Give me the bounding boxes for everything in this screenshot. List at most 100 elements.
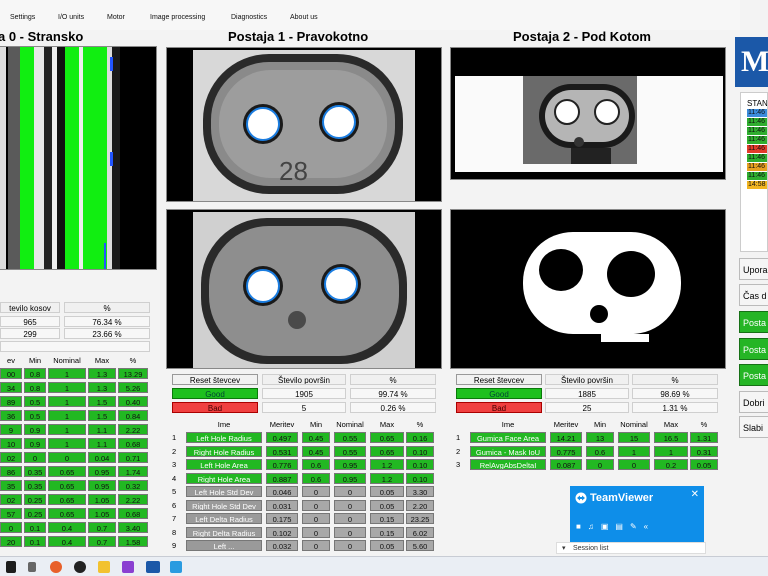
column-header: Max — [379, 420, 395, 429]
table-cell: 10 — [0, 438, 22, 449]
measurement-pct: 3.30 — [406, 486, 434, 497]
table-cell: 57 — [0, 508, 22, 519]
table-cell: 0.1 — [24, 536, 46, 547]
table-cell: 1.3 — [88, 382, 116, 393]
side-button[interactable]: Čas d — [739, 284, 768, 306]
column-header: Meritev — [553, 420, 579, 429]
menu-image-processing[interactable]: Image processing — [150, 14, 205, 21]
column-header: ev — [7, 356, 15, 365]
chat-icon[interactable]: ▣ — [601, 522, 616, 531]
side-button[interactable]: Posta — [739, 364, 768, 386]
measurement-max: 16.5 — [654, 432, 688, 443]
side-button[interactable]: Posta — [739, 338, 768, 360]
measurement-pct: 0.10 — [406, 445, 434, 457]
table-cell: 0.9 — [24, 424, 46, 435]
row-index: 2 — [456, 446, 461, 456]
table-cell: 0.5 — [24, 396, 46, 407]
measurement-max: 0.65 — [370, 445, 404, 457]
station-1-reset-counters-button[interactable]: Reset števcev — [172, 374, 258, 385]
measurement-min: 13 — [586, 432, 614, 443]
table-cell: 1.05 — [88, 508, 116, 519]
station-2-good-count: 1885 — [545, 388, 629, 399]
table-row: 86 0.35 0.65 0.95 1.74 — [0, 465, 150, 478]
table-cell: 2.22 — [118, 494, 148, 505]
status-log-line: 11:46 — [747, 109, 767, 117]
menu-io-units[interactable]: I/O units — [58, 14, 84, 21]
station-2-reset-counters-button[interactable]: Reset števcev — [456, 374, 542, 385]
table-cell: 0.35 — [24, 466, 46, 477]
table-cell: 1.58 — [118, 536, 148, 547]
tools-icon[interactable]: ✎ — [630, 522, 644, 531]
measurement-val: 0.887 — [266, 472, 298, 484]
table-row: 89 0.5 1 1.5 0.40 — [0, 395, 150, 408]
row-index: 5 — [172, 487, 177, 496]
side-button[interactable]: Slabi — [739, 416, 768, 438]
windows-start-icon[interactable] — [6, 561, 16, 573]
table-row: 10 0.9 1 1.1 0.68 — [0, 437, 150, 450]
firefox-icon[interactable] — [50, 561, 62, 573]
table-cell: 0.4 — [48, 536, 86, 547]
table-cell: 00 — [0, 368, 22, 379]
measurement-pct: 0.10 — [406, 472, 434, 484]
measurement-max: 0.05 — [370, 499, 404, 511]
status-log-line: 11:46 — [747, 172, 767, 180]
menu-motor[interactable]: Motor — [107, 14, 125, 21]
measurement-max: 0.05 — [370, 540, 404, 551]
media-icon[interactable] — [74, 561, 86, 573]
station-1-good-indicator: Good — [172, 388, 258, 399]
column-header: Ime — [217, 420, 231, 429]
app-logo-icon[interactable] — [146, 561, 160, 573]
table-row: 7 Left Delta Radius 0.175 0 0 0.15 23.25 — [172, 512, 434, 525]
station-2-bad-indicator: Bad — [456, 402, 542, 413]
table-cell: 1.5 — [88, 396, 116, 407]
video-icon[interactable]: ■ — [576, 522, 588, 531]
measurement-min: 0 — [302, 499, 330, 511]
teamviewer-widget[interactable]: TeamViewer ✕ ■♫▣▤✎« — [570, 486, 704, 546]
measurement-pct: 0.05 — [690, 459, 718, 470]
table-cell: 0.7 — [88, 536, 116, 547]
column-header: % — [700, 420, 708, 429]
table-cell: 1 — [48, 396, 86, 407]
column-header: Nominal — [53, 356, 81, 365]
table-cell: 0.7 — [88, 522, 116, 533]
station-2-good-indicator: Good — [456, 388, 542, 399]
table-row: 20 0.1 0.4 0.7 1.58 — [0, 535, 150, 548]
table-cell: 1 — [48, 410, 86, 421]
station-0-count-header: tevilo kosov — [0, 302, 60, 313]
menu-settings[interactable]: Settings — [10, 14, 35, 21]
table-row: 5 Left Hole Std Dev 0.046 0 0 0.05 3.30 — [172, 485, 434, 498]
measurement-name: Right Delta Radius — [186, 526, 262, 538]
measurement-nom: 0 — [334, 486, 366, 497]
menu-about-us[interactable]: About us — [290, 14, 318, 21]
row-index: 4 — [172, 473, 177, 483]
measurement-val: 0.531 — [266, 445, 298, 457]
measurement-val: 0.032 — [266, 540, 298, 551]
screen-icon[interactable]: ▤ — [615, 522, 630, 531]
folder-icon[interactable] — [98, 561, 110, 573]
visual-studio-icon[interactable] — [122, 561, 134, 573]
measurement-name: Left Hole Area — [186, 459, 262, 470]
measurement-max: 0.65 — [370, 432, 404, 443]
teamviewer-session-list[interactable]: ▾ Session list — [556, 542, 706, 554]
close-icon[interactable]: ✕ — [691, 489, 699, 500]
table-row: 2 Gumica - Mask IoU 0.775 0.6 1 1 0.31 — [456, 445, 718, 458]
measurement-val: 0.497 — [266, 432, 298, 443]
side-button[interactable]: Dobri — [739, 391, 768, 413]
measurement-min: 0.6 — [586, 445, 614, 457]
table-cell: 0.5 — [24, 410, 46, 421]
svg-text:28: 28 — [279, 156, 308, 186]
table-cell: 1.1 — [88, 438, 116, 449]
collapse-icon[interactable]: « — [644, 522, 655, 531]
measurement-max: 0.05 — [370, 486, 404, 497]
station-2-good-pct: 98.69 % — [632, 388, 718, 399]
headset-icon[interactable]: ♫ — [588, 522, 601, 531]
side-button[interactable]: Posta — [739, 311, 768, 333]
side-button[interactable]: Upora — [739, 258, 768, 280]
network-app-icon[interactable] — [170, 561, 182, 573]
menu-diagnostics[interactable]: Diagnostics — [231, 14, 267, 21]
table-row: 36 0.5 1 1.5 0.84 — [0, 409, 150, 422]
table-cell: 35 — [0, 480, 22, 491]
file-icon[interactable] — [28, 562, 36, 572]
station-1-good-pct: 99.74 % — [350, 388, 436, 399]
table-row: 34 0.8 1 1.3 5.26 — [0, 381, 150, 394]
